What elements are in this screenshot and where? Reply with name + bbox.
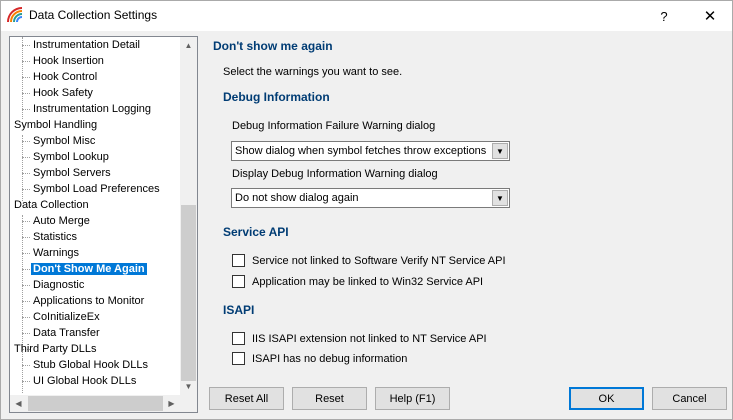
tree-branch-line (22, 157, 30, 158)
tree-horizontal-scrollbar[interactable]: ◀ ▶ (10, 395, 180, 412)
page-title: Don't show me again (213, 39, 333, 53)
tree-item-hook-safety[interactable]: Hook Safety (31, 85, 95, 101)
isapi-not-linked-checkbox[interactable] (232, 332, 245, 345)
tree-branch-line (22, 141, 30, 142)
tree-item-instrumentation-detail[interactable]: Instrumentation Detail (31, 37, 142, 53)
debug-failure-value: Show dialog when symbol fetches throw ex… (235, 145, 487, 157)
dialog-window: Data Collection Settings ? ✕ Instrumenta… (0, 0, 733, 420)
intro-text: Select the warnings you want to see. (223, 66, 403, 78)
scroll-down-icon[interactable]: ▼ (180, 378, 197, 395)
tree-branch-line (22, 77, 30, 78)
settings-tree[interactable]: Instrumentation Detail Hook Insertion Ho… (9, 36, 198, 413)
tree-branch-line (22, 109, 30, 110)
isapi-not-linked-checkbox-row[interactable]: IIS ISAPI extension not linked to NT Ser… (232, 332, 487, 345)
debug-failure-dropdown[interactable]: Show dialog when symbol fetches throw ex… (231, 141, 510, 161)
tree-item-data-transfer[interactable]: Data Transfer (31, 325, 102, 341)
reset-button[interactable]: Reset (292, 387, 367, 410)
tree-item-auto-merge[interactable]: Auto Merge (31, 213, 92, 229)
isapi-no-debug-checkbox-row[interactable]: ISAPI has no debug information (232, 352, 407, 365)
close-button[interactable]: ✕ (687, 1, 733, 31)
reset-all-button[interactable]: Reset All (209, 387, 284, 410)
display-debug-label: Display Debug Information Warning dialog (232, 168, 438, 180)
service-not-linked-checkbox[interactable] (232, 254, 245, 267)
tree-item-dont-show-me-again[interactable]: Don't Show Me Again (31, 261, 147, 277)
tree-item-statistics[interactable]: Statistics (31, 229, 79, 245)
tree-item-symbol-handling[interactable]: Symbol Handling (12, 117, 99, 133)
debug-information-heading: Debug Information (223, 90, 330, 104)
chevron-down-icon[interactable]: ▼ (492, 190, 508, 206)
tree-branch-line (22, 333, 30, 334)
scroll-right-icon[interactable]: ▶ (163, 395, 180, 412)
tree-item-symbol-lookup[interactable]: Symbol Lookup (31, 149, 111, 165)
tree-item-stub-global-hook-dlls[interactable]: Stub Global Hook DLLs (31, 357, 150, 373)
tree-item-symbol-load-preferences[interactable]: Symbol Load Preferences (31, 181, 162, 197)
tree-branch-line (22, 93, 30, 94)
service-api-heading: Service API (223, 225, 289, 239)
tree-branch-line (22, 189, 30, 190)
tree-item-ui-global-hook-dlls[interactable]: UI Global Hook DLLs (31, 373, 138, 389)
tree-branch-line (22, 173, 30, 174)
tree-item-instrumentation-logging[interactable]: Instrumentation Logging (31, 101, 153, 117)
scrollbar-corner (180, 395, 197, 412)
scroll-up-icon[interactable]: ▲ (180, 37, 197, 54)
tree-branch-line (22, 301, 30, 302)
isapi-not-linked-label: IIS ISAPI extension not linked to NT Ser… (252, 332, 487, 345)
tree-branch-line (22, 45, 30, 46)
title-bar: Data Collection Settings ? ✕ (1, 1, 732, 31)
tree-branch-line (22, 285, 30, 286)
tree-item-symbol-misc[interactable]: Symbol Misc (31, 133, 97, 149)
isapi-no-debug-label: ISAPI has no debug information (252, 352, 408, 365)
tree-connector-line (22, 37, 23, 119)
isapi-heading: ISAPI (223, 303, 255, 317)
scroll-left-icon[interactable]: ◀ (10, 395, 27, 412)
tree-item-warnings[interactable]: Warnings (31, 245, 81, 261)
win32-service-checkbox[interactable] (232, 275, 245, 288)
ok-button[interactable]: OK (569, 387, 644, 410)
display-debug-dropdown[interactable]: Do not show dialog again ▼ (231, 188, 510, 208)
tree-branch-line (22, 317, 30, 318)
help-f1-button[interactable]: Help (F1) (375, 387, 450, 410)
tree-branch-line (22, 381, 30, 382)
isapi-no-debug-checkbox[interactable] (232, 352, 245, 365)
win32-service-checkbox-row[interactable]: Application may be linked to Win32 Servi… (232, 275, 483, 288)
tree-branch-line (22, 365, 30, 366)
tree-item-symbol-servers[interactable]: Symbol Servers (31, 165, 113, 181)
tree-item-third-party-dlls[interactable]: Third Party DLLs (12, 341, 99, 357)
tree-item-data-collection[interactable]: Data Collection (12, 197, 91, 213)
window-title: Data Collection Settings (29, 8, 158, 22)
horizontal-scroll-thumb[interactable] (28, 396, 163, 411)
tree-item-applications-to-monitor[interactable]: Applications to Monitor (31, 293, 146, 309)
chevron-down-icon[interactable]: ▼ (492, 143, 508, 159)
tree-branch-line (22, 221, 30, 222)
service-not-linked-label: Service not linked to Software Verify NT… (252, 254, 506, 267)
service-not-linked-checkbox-row[interactable]: Service not linked to Software Verify NT… (232, 254, 506, 267)
tree-item-hook-control[interactable]: Hook Control (31, 69, 99, 85)
tree-branch-line (22, 237, 30, 238)
tree-branch-line (22, 253, 30, 254)
app-rainbow-icon (7, 7, 23, 23)
tree-item-hook-insertion[interactable]: Hook Insertion (31, 53, 106, 69)
tree-connector-line (22, 135, 23, 201)
vertical-scroll-thumb[interactable] (181, 205, 196, 381)
tree-branch-line (22, 61, 30, 62)
display-debug-value: Do not show dialog again (235, 192, 359, 204)
debug-failure-label: Debug Information Failure Warning dialog (232, 120, 436, 132)
tree-branch-line (22, 269, 30, 270)
help-question-button[interactable]: ? (641, 1, 687, 31)
win32-service-label: Application may be linked to Win32 Servi… (252, 275, 484, 288)
tree-item-diagnostic[interactable]: Diagnostic (31, 277, 86, 293)
tree-vertical-scrollbar[interactable]: ▲ ▼ (180, 37, 197, 395)
cancel-button[interactable]: Cancel (652, 387, 727, 410)
tree-item-coinitializeex[interactable]: CoInitializeEx (31, 309, 102, 325)
